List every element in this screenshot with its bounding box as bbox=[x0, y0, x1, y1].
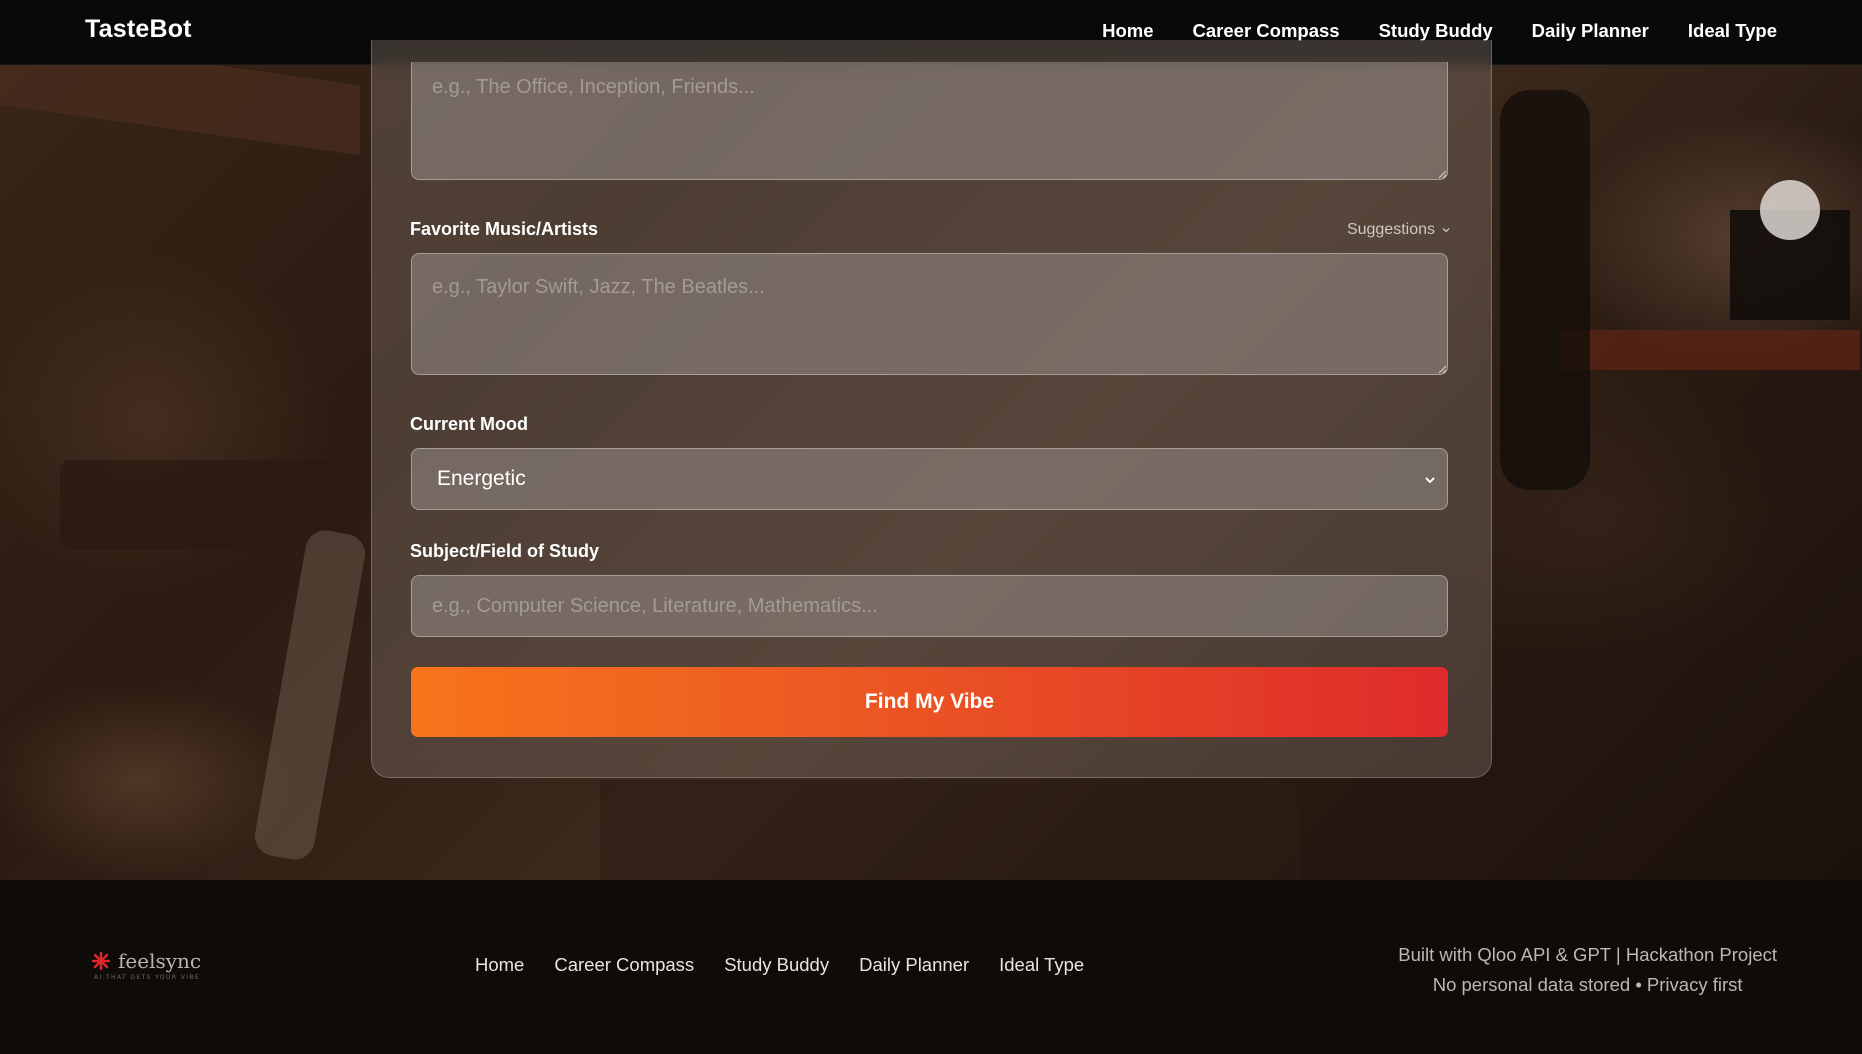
nav-link-daily-planner[interactable]: Daily Planner bbox=[1532, 20, 1649, 42]
music-label: Favorite Music/Artists bbox=[410, 219, 599, 239]
mood-selected-value: Energetic bbox=[437, 467, 526, 490]
privacy-line: No personal data stored • Privacy first bbox=[1432, 974, 1743, 995]
nav-link-career-compass[interactable]: Career Compass bbox=[1193, 20, 1340, 42]
nav-link-home[interactable]: Home bbox=[1102, 20, 1153, 42]
nav-links: Home Career Compass Study Buddy Daily Pl… bbox=[1102, 20, 1777, 42]
logo-text: feelsync bbox=[118, 949, 202, 973]
nav-link-ideal-type[interactable]: Ideal Type bbox=[1688, 20, 1777, 42]
footer: feelsync AI THAT GETS YOUR VIBE Home Car… bbox=[0, 880, 1862, 1054]
footer-link-study-buddy[interactable]: Study Buddy bbox=[724, 954, 829, 976]
credit-line: Built with Qloo API & GPT | Hackathon Pr… bbox=[1398, 944, 1777, 965]
mood-select[interactable]: Energetic bbox=[411, 448, 1448, 510]
find-my-vibe-button[interactable]: Find My Vibe bbox=[411, 667, 1448, 737]
chevron-down-icon bbox=[1425, 477, 1435, 484]
suggestions-toggle[interactable]: Suggestions bbox=[1347, 221, 1451, 239]
footer-link-home[interactable]: Home bbox=[475, 954, 524, 976]
subject-label: Subject/Field of Study bbox=[410, 541, 600, 561]
resize-grip-icon[interactable] bbox=[1437, 169, 1447, 179]
tv-shows-input[interactable] bbox=[411, 62, 1448, 180]
footer-link-career-compass[interactable]: Career Compass bbox=[554, 954, 694, 976]
footer-link-daily-planner[interactable]: Daily Planner bbox=[859, 954, 969, 976]
chevron-down-icon bbox=[1442, 228, 1450, 233]
suggestions-label: Suggestions bbox=[1346, 221, 1435, 238]
resize-grip-icon[interactable] bbox=[1437, 364, 1447, 374]
logo-tagline: AI THAT GETS YOUR VIBE bbox=[94, 974, 201, 981]
nav-link-study-buddy[interactable]: Study Buddy bbox=[1379, 20, 1493, 42]
brand-logo[interactable]: TasteBot bbox=[85, 15, 192, 44]
footer-info: Built with Qloo API & GPT | Hackathon Pr… bbox=[1398, 940, 1777, 1000]
footer-logo[interactable]: feelsync AI THAT GETS YOUR VIBE bbox=[88, 950, 201, 981]
subject-input[interactable] bbox=[411, 575, 1448, 637]
music-input[interactable] bbox=[411, 253, 1448, 375]
feelsync-logo-icon bbox=[91, 951, 111, 971]
footer-link-ideal-type[interactable]: Ideal Type bbox=[999, 954, 1084, 976]
mood-label: Current Mood bbox=[410, 414, 528, 434]
footer-links: Home Career Compass Study Buddy Daily Pl… bbox=[475, 954, 1084, 976]
